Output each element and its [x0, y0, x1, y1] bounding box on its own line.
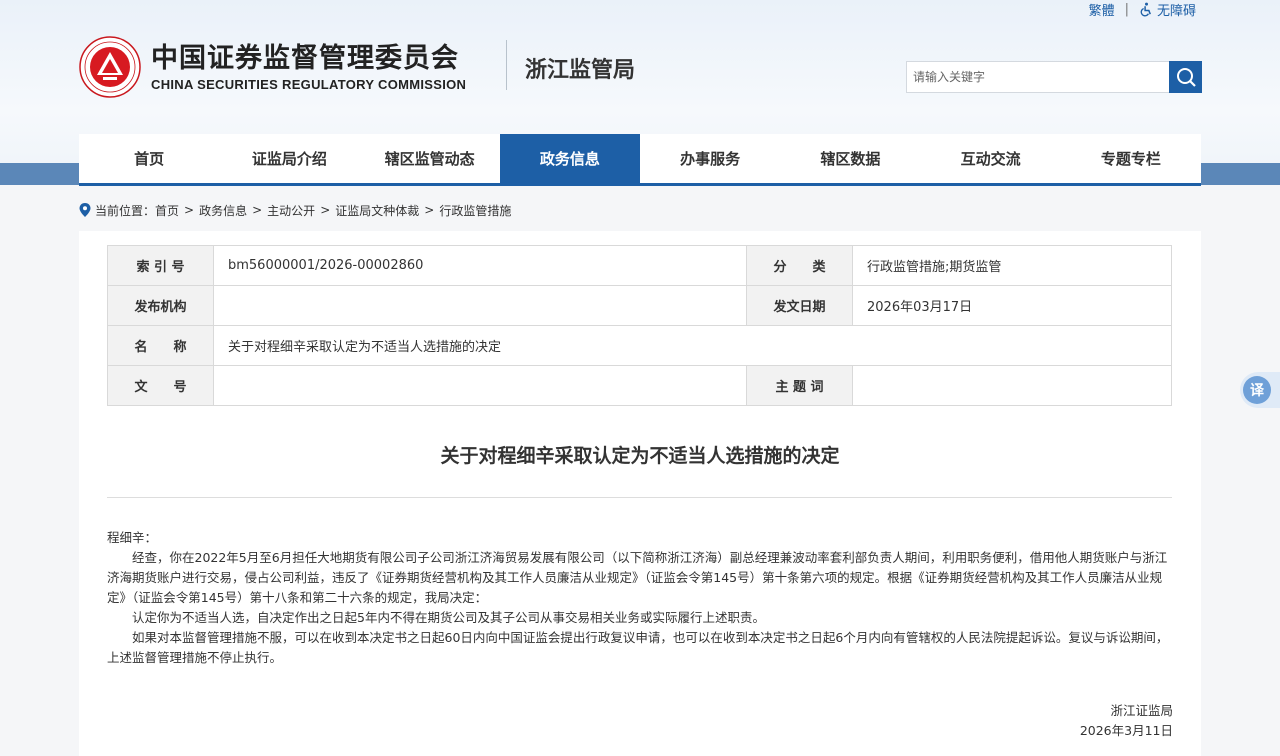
- breadcrumb-separator: >: [252, 203, 263, 217]
- top-links: 繁體 | 无障碍: [1089, 0, 1196, 19]
- document-body: 程细辛： 经查，你在2022年5月至6月担任大地期货有限公司子公司浙江济海贸易发…: [107, 528, 1172, 668]
- issuer-label: 发布机构: [107, 285, 214, 326]
- breadcrumb-item-admin-measures[interactable]: 行政监管措施: [439, 202, 511, 219]
- title-divider: [107, 497, 1172, 498]
- category-value: 行政监管措施;期货监管: [852, 245, 1172, 286]
- issuer-value: [213, 285, 747, 326]
- search-input[interactable]: [906, 61, 1169, 93]
- nav-bureau-intro[interactable]: 证监局介绍: [219, 134, 359, 183]
- accessibility-icon: [1140, 2, 1151, 16]
- body-paragraph: 认定你为不适当人选，自决定作出之日起5年内不得在期货公司及其子公司从事交易相关业…: [132, 610, 765, 625]
- salutation: 程细辛：: [107, 530, 158, 545]
- nav-regional-data[interactable]: 辖区数据: [780, 134, 920, 183]
- signer: 浙江证监局: [1110, 703, 1173, 718]
- translate-button[interactable]: 译: [1240, 372, 1280, 408]
- top-links-separator: |: [1124, 1, 1129, 17]
- breadcrumb-prefix: 当前位置：: [95, 203, 156, 218]
- subject-terms-label: 主 题 词: [746, 365, 853, 406]
- document-name-value: 关于对程细辛采取认定为不适当人选措施的决定: [213, 325, 1172, 366]
- logo-english-name: CHINA SECURITIES REGULATORY COMMISSION: [151, 76, 467, 92]
- document-title: 关于对程细辛采取认定为不适当人选措施的决定: [440, 445, 840, 467]
- breadcrumb-item-government-info[interactable]: 政务信息: [199, 202, 247, 219]
- csrc-emblem-icon: [79, 36, 141, 98]
- logo-chinese-name: 中国证券监督管理委员会: [151, 42, 459, 74]
- breadcrumb-separator: >: [320, 203, 331, 217]
- meta-row: 发布机构 发文日期 2026年03月17日: [107, 285, 1172, 326]
- accessibility-link[interactable]: 无障碍: [1139, 0, 1196, 19]
- document-number-value: [213, 365, 747, 406]
- traditional-chinese-link[interactable]: 繁體: [1089, 0, 1115, 19]
- meta-row: 索 引 号 bm56000001/2026-00002860 分 类 行政监管措…: [107, 245, 1172, 286]
- meta-row: 文 号 主 题 词: [107, 365, 1172, 406]
- signature-block: 浙江证监局 2026年3月11日: [1080, 701, 1173, 741]
- search-box: [906, 61, 1202, 93]
- site-logo[interactable]: 中国证券监督管理委员会 CHINA SECURITIES REGULATORY …: [79, 36, 466, 98]
- breadcrumb: 当前位置： 首页 > 政务信息 > 主动公开 > 证监局文种体裁 > 行政监管措…: [79, 200, 511, 220]
- location-pin-icon: [79, 203, 91, 217]
- translate-icon: 译: [1243, 376, 1271, 404]
- document-name-label: 名 称: [107, 325, 214, 366]
- nav-interaction[interactable]: 互动交流: [921, 134, 1061, 183]
- search-icon: [1176, 68, 1196, 87]
- issue-date-label: 发文日期: [746, 285, 853, 326]
- main-nav: 首页 证监局介绍 辖区监管动态 政务信息 办事服务 辖区数据 互动交流 专题专栏: [79, 134, 1201, 186]
- nav-services[interactable]: 办事服务: [640, 134, 780, 183]
- body-paragraph: 如果对本监督管理措施不服，可以在收到本决定书之日起60日内向中国证监会提出行政复…: [107, 630, 1169, 665]
- nav-government-info[interactable]: 政务信息: [499, 134, 640, 183]
- breadcrumb-item-home[interactable]: 首页: [155, 202, 179, 219]
- sign-date: 2026年3月11日: [1079, 723, 1173, 738]
- subject-terms-value: [852, 365, 1172, 406]
- breadcrumb-item-document-types[interactable]: 证监局文种体裁: [335, 202, 419, 219]
- breadcrumb-separator: >: [184, 203, 195, 217]
- nav-home[interactable]: 首页: [79, 134, 219, 183]
- category-label: 分 类: [746, 245, 853, 286]
- document-metadata-table: 索 引 号 bm56000001/2026-00002860 分 类 行政监管措…: [107, 245, 1172, 406]
- logo-divider: [506, 40, 507, 90]
- body-paragraph: 经查，你在2022年5月至6月担任大地期货有限公司子公司浙江济海贸易发展有限公司…: [107, 550, 1168, 605]
- bureau-name: 浙江监管局: [525, 58, 636, 83]
- breadcrumb-separator: >: [424, 203, 435, 217]
- nav-special-topics[interactable]: 专题专栏: [1061, 134, 1201, 183]
- index-number-label: 索 引 号: [107, 245, 214, 286]
- issue-date-value: 2026年03月17日: [852, 285, 1172, 326]
- nav-regional-updates[interactable]: 辖区监管动态: [360, 134, 500, 183]
- accessibility-label: 无障碍: [1156, 3, 1196, 19]
- index-number-value: bm56000001/2026-00002860: [213, 245, 747, 286]
- article-content: 索 引 号 bm56000001/2026-00002860 分 类 行政监管措…: [79, 231, 1201, 756]
- search-button[interactable]: [1169, 61, 1202, 93]
- document-number-label: 文 号: [107, 365, 214, 406]
- breadcrumb-item-public-disclosure[interactable]: 主动公开: [267, 202, 315, 219]
- meta-row: 名 称 关于对程细辛采取认定为不适当人选措施的决定: [107, 325, 1172, 366]
